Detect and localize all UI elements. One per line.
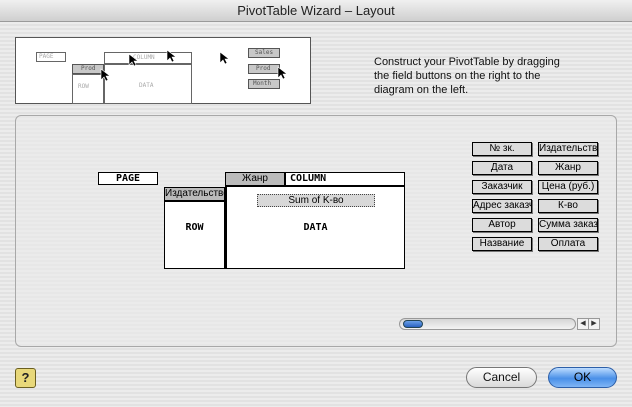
scrollbar-thumb[interactable]: [403, 320, 423, 328]
window-title: PivotTable Wizard – Layout: [0, 0, 632, 22]
column-field-button[interactable]: Жанр: [225, 172, 285, 186]
scroll-right-arrow-icon[interactable]: ▶: [588, 318, 600, 330]
field-button-customer[interactable]: Заказчик: [472, 180, 532, 194]
preview-field-sales: Sales: [248, 48, 280, 58]
preview-field-prod: Prod: [248, 64, 280, 74]
column-drop-zone[interactable]: COLUMN: [285, 172, 405, 186]
preview-data-zone: DATA: [104, 64, 192, 104]
help-button[interactable]: ?: [15, 368, 36, 388]
field-button-price[interactable]: Цена (руб.): [538, 180, 598, 194]
preview-field-prod-label: Prod: [256, 65, 271, 72]
preview-field-sales-label: Sales: [255, 49, 274, 56]
instructions-text: Construct your PivotTable by dragging th…: [374, 56, 560, 96]
ok-button[interactable]: OK: [548, 367, 617, 388]
preview-column-zone: COLUMN: [104, 52, 192, 64]
row-drop-zone[interactable]: ROW: [164, 201, 225, 269]
row-field-button[interactable]: Издательство: [164, 187, 225, 201]
preview-field-month: Month: [248, 79, 280, 89]
preview-data-label: DATA: [139, 82, 154, 89]
cursor-icon: [100, 68, 111, 82]
field-button-publisher[interactable]: Издательство: [538, 142, 598, 156]
field-button-date[interactable]: Дата: [472, 161, 532, 175]
preview-row-label: ROW: [78, 83, 89, 90]
horizontal-scrollbar[interactable]: ◀ ▶: [399, 318, 601, 330]
field-button-title[interactable]: Название: [472, 237, 532, 251]
preview-field-month-label: Month: [253, 80, 272, 87]
cursor-icon: [166, 49, 177, 63]
field-button-genre[interactable]: Жанр: [538, 161, 598, 175]
field-button-order-sum[interactable]: Сумма заказа: [538, 218, 598, 232]
preview-page-zone: PAGE: [36, 52, 66, 62]
data-zone-label: DATA: [303, 222, 328, 233]
data-drop-zone[interactable]: Sum of K-во DATA: [225, 186, 405, 269]
cursor-icon: [219, 51, 230, 65]
field-button-payment[interactable]: Оплата: [538, 237, 598, 251]
cursor-icon: [277, 66, 288, 80]
preview-page-label: PAGE: [39, 53, 54, 60]
cancel-button[interactable]: Cancel: [466, 367, 537, 388]
scrollbar-track[interactable]: [399, 318, 576, 330]
field-button-order-no[interactable]: № зк.: [472, 142, 532, 156]
page-drop-zone[interactable]: PAGE: [98, 172, 158, 185]
field-button-customer-address[interactable]: Адрес заказчика: [472, 199, 532, 213]
field-button-author[interactable]: Автор: [472, 218, 532, 232]
cursor-icon: [128, 53, 139, 67]
layout-preview-illustration: PAGE Prod COLUMN ROW DATA Sales Prod Mon…: [15, 37, 311, 104]
field-button-quantity[interactable]: К-во: [538, 199, 598, 213]
data-field-button[interactable]: Sum of K-во: [257, 194, 375, 207]
preview-row-field-label: Prod: [81, 65, 96, 72]
